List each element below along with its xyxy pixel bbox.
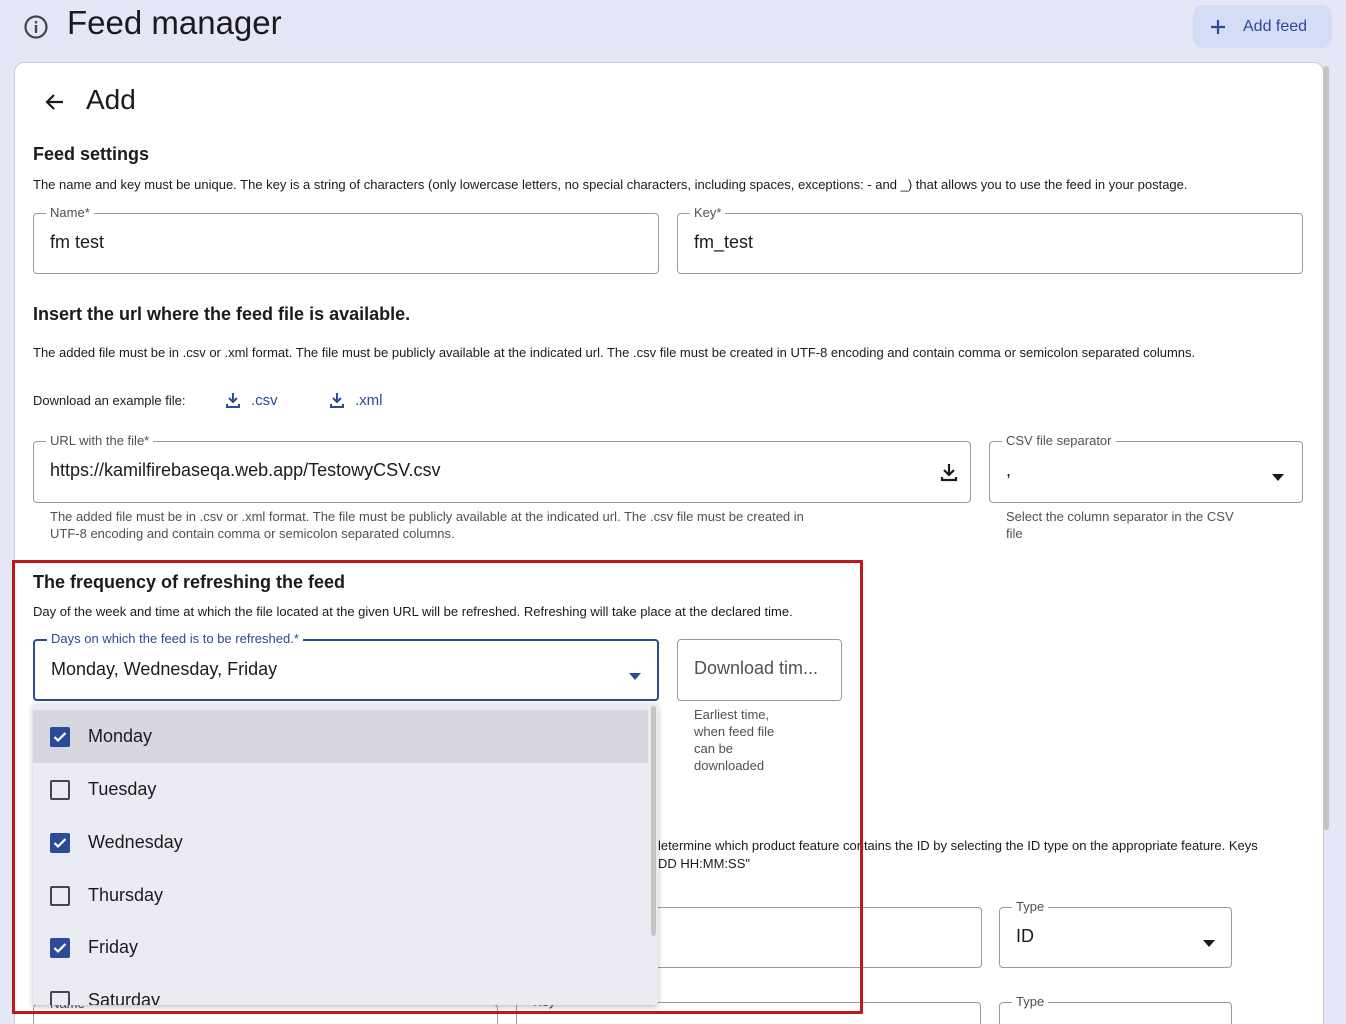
download-icon bbox=[330, 393, 344, 408]
name-field-value: fm test bbox=[50, 232, 105, 252]
plus-icon bbox=[1211, 19, 1225, 34]
url-section-description: The added file must be in .csv or .xml f… bbox=[33, 345, 1196, 360]
separator-helper-line2: file bbox=[1006, 526, 1023, 541]
csv-separator-value: , bbox=[1006, 460, 1012, 480]
key-field-label: Key bbox=[694, 205, 717, 220]
url-field-label: URL with the file bbox=[50, 433, 145, 448]
url-helper-line2: UTF-8 encoding and contain comma or semi… bbox=[50, 526, 455, 541]
url-field[interactable]: URL with the file* https://kamilfirebase… bbox=[33, 433, 971, 503]
page-title: Feed manager bbox=[67, 4, 282, 41]
caret-down-icon bbox=[1203, 934, 1215, 952]
feed-settings-description: The name and key must be unique. The key… bbox=[33, 177, 1188, 192]
type-select-2-label: Type bbox=[1012, 994, 1049, 1009]
type-select-1-label: Type bbox=[1012, 899, 1049, 914]
example-csv-label: .csv bbox=[251, 391, 278, 409]
add-feed-label: Add feed bbox=[1243, 17, 1308, 35]
url-field-value: https://kamilfirebaseqa.web.app/TestowyC… bbox=[50, 460, 441, 480]
download-example-csv-link[interactable]: .csv bbox=[225, 391, 278, 409]
csv-separator-label: CSV file separator bbox=[1002, 433, 1116, 448]
name-field[interactable]: Name* fm test bbox=[33, 205, 659, 274]
download-icon[interactable] bbox=[939, 462, 959, 487]
type-select-1-value: ID bbox=[1016, 926, 1034, 946]
type-select-1[interactable]: Type ID bbox=[999, 899, 1232, 968]
key-field-value: fm_test bbox=[694, 232, 754, 252]
download-example-xml-link[interactable]: .xml bbox=[329, 391, 383, 409]
example-file-label: Download an example file: bbox=[33, 393, 186, 408]
add-feed-button[interactable]: Add feed bbox=[1193, 5, 1332, 48]
url-helper-line1: The added file must be in .csv or .xml f… bbox=[50, 509, 804, 524]
info-icon[interactable] bbox=[23, 14, 49, 40]
caret-down-icon bbox=[1272, 468, 1284, 486]
example-xml-label: .xml bbox=[355, 391, 383, 409]
url-section-title: Insert the url where the feed file is av… bbox=[33, 304, 411, 324]
feed-settings-title: Feed settings bbox=[33, 144, 150, 164]
name-field-label: Name bbox=[50, 205, 85, 220]
type-select-2[interactable]: Type bbox=[999, 994, 1232, 1024]
page-scrollbar-thumb[interactable] bbox=[1323, 66, 1329, 830]
card-title: Add bbox=[86, 84, 136, 115]
csv-separator-select[interactable]: CSV file separator , bbox=[989, 433, 1303, 503]
download-icon bbox=[226, 393, 240, 408]
separator-helper-line1: Select the column separator in the CSV bbox=[1006, 509, 1234, 524]
highlight-box bbox=[12, 560, 863, 1014]
key-field[interactable]: Key* fm_test bbox=[677, 205, 1303, 274]
back-arrow-icon[interactable] bbox=[42, 89, 68, 115]
